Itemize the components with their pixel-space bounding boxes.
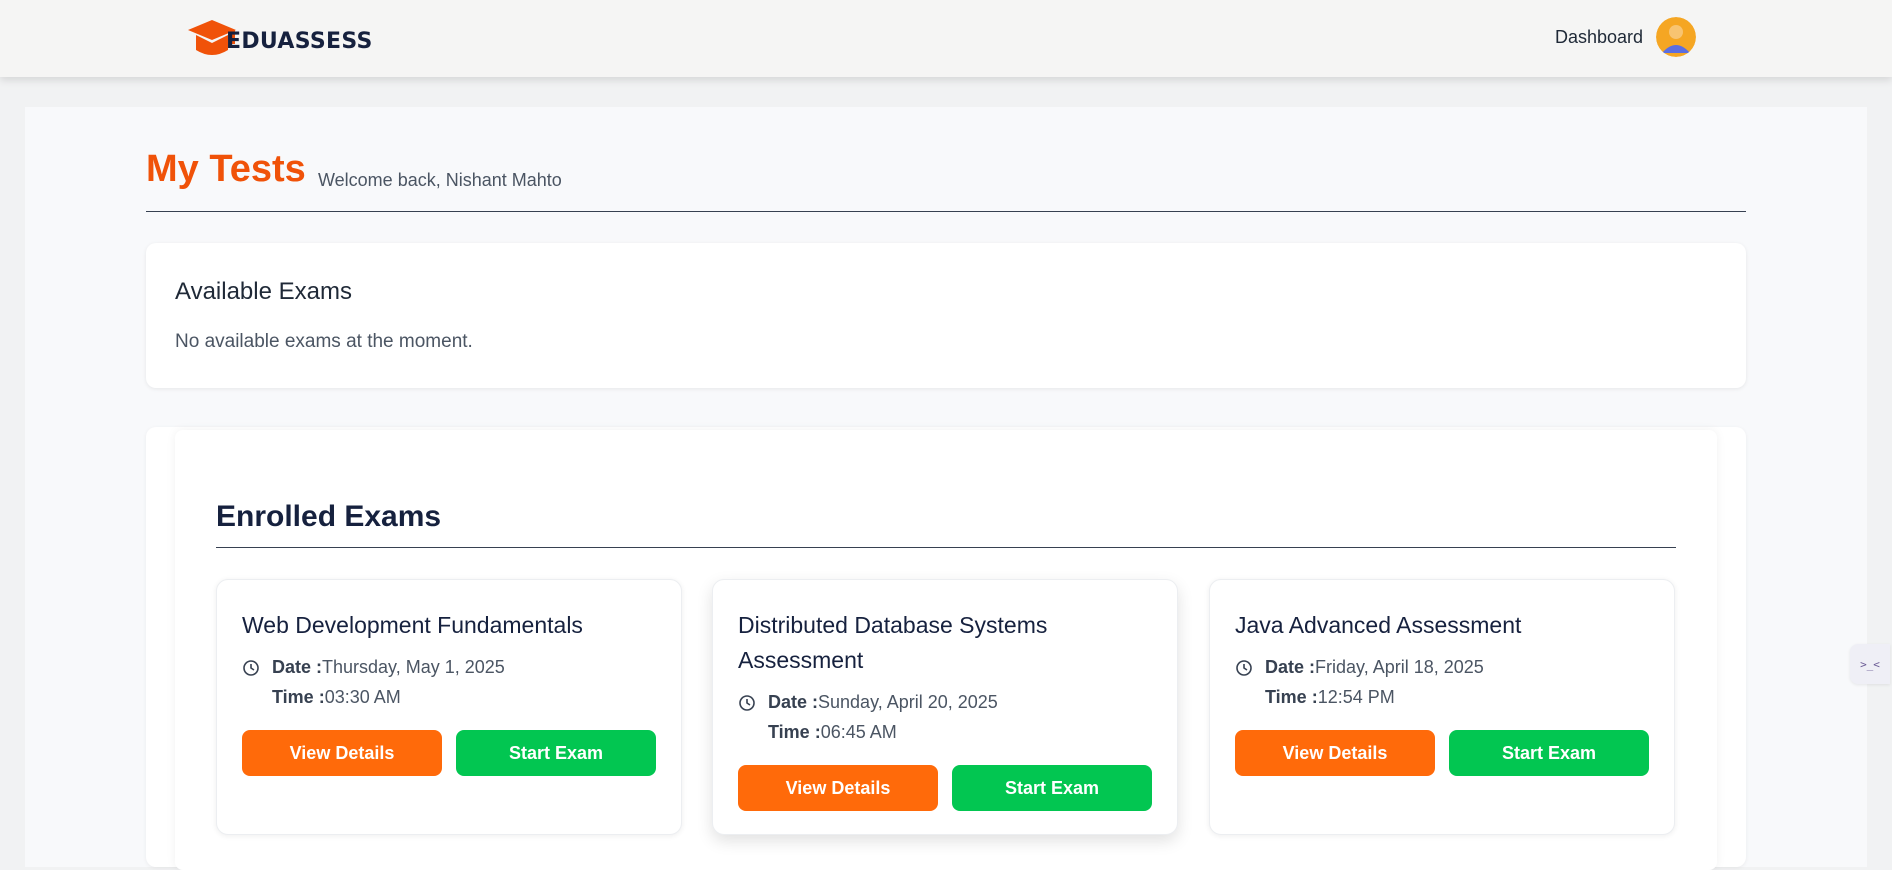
start-exam-button[interactable]: Start Exam: [456, 730, 656, 776]
start-exam-button[interactable]: Start Exam: [1449, 730, 1649, 776]
enrolled-exams-title: Enrolled Exams: [216, 500, 442, 533]
enrolled-divider: [216, 547, 1676, 548]
date-label: Date :: [1265, 657, 1316, 677]
exam-time: 06:45 AM: [820, 722, 897, 742]
welcome-text: Welcome back, Nishant Mahto: [318, 170, 562, 190]
nav-dashboard-link[interactable]: Dashboard: [1555, 27, 1643, 48]
time-label: Time :: [272, 687, 325, 707]
avatar-icon: [1656, 17, 1696, 57]
exam-title: Java Advanced Assessment: [1235, 612, 1522, 638]
user-avatar[interactable]: [1656, 17, 1696, 57]
clock-icon: [1236, 660, 1252, 676]
exam-title: Web Development Fundamentals: [242, 612, 583, 638]
date-label: Date :: [768, 692, 819, 712]
exam-date-row: Date :Thursday, May 1, 2025: [272, 657, 505, 678]
exam-time: 03:30 AM: [324, 687, 401, 707]
exam-card: Java Advanced Assessment Date :Friday, A…: [1209, 579, 1675, 835]
exam-date: Sunday, April 20, 2025: [818, 692, 998, 712]
time-label: Time :: [1265, 687, 1318, 707]
view-details-button[interactable]: View Details: [1235, 730, 1435, 776]
page-title: My Tests: [146, 148, 306, 190]
exam-card: Distributed Database Systems Assessment …: [712, 579, 1178, 835]
exam-time-row: Time :06:45 AM: [768, 722, 897, 743]
brand-logo[interactable]: EDUASSESS: [186, 16, 373, 58]
view-details-button[interactable]: View Details: [738, 765, 938, 811]
available-exams-title: Available Exams: [175, 278, 352, 305]
available-exams-card: Available Exams No available exams at th…: [146, 243, 1746, 388]
top-navbar: EDUASSESS Dashboard: [0, 0, 1892, 77]
floating-assistant-button[interactable]: >_<: [1850, 644, 1890, 684]
start-exam-button[interactable]: Start Exam: [952, 765, 1152, 811]
title-divider: [146, 211, 1746, 212]
exam-card: Web Development Fundamentals Date :Thurs…: [216, 579, 682, 835]
exam-time-row: Time :12:54 PM: [1265, 687, 1395, 708]
exam-title: Distributed Database Systems Assessment: [738, 612, 1048, 673]
exam-date: Friday, April 18, 2025: [1315, 657, 1484, 677]
time-label: Time :: [768, 722, 821, 742]
brand-name: EDUASSESS: [226, 28, 373, 54]
exam-date-row: Date :Friday, April 18, 2025: [1265, 657, 1484, 678]
exam-date: Thursday, May 1, 2025: [322, 657, 505, 677]
exam-date-row: Date :Sunday, April 20, 2025: [768, 692, 998, 713]
date-label: Date :: [272, 657, 323, 677]
view-details-button[interactable]: View Details: [242, 730, 442, 776]
exam-time: 12:54 PM: [1317, 687, 1395, 707]
clock-icon: [739, 695, 755, 711]
exam-time-row: Time :03:30 AM: [272, 687, 401, 708]
available-exams-empty-text: No available exams at the moment.: [175, 331, 473, 352]
clock-icon: [243, 660, 259, 676]
